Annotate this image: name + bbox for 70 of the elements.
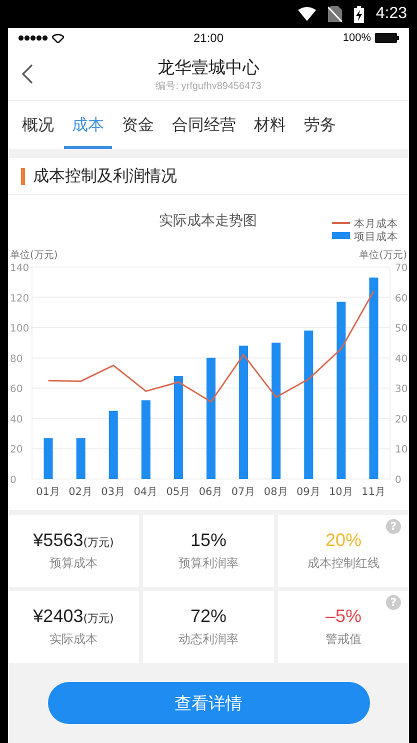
axis-tick-label: 05月 <box>166 486 191 498</box>
axis-tick-label: 40 <box>10 414 23 426</box>
axis-tick-label: 60 <box>395 293 408 304</box>
stat-label: 警戒值 <box>326 631 362 648</box>
tab[interactable]: 资金 <box>114 101 162 149</box>
system-time: 4:23 <box>376 5 407 23</box>
tab[interactable]: 概况 <box>14 101 62 149</box>
legend-label: 项目成本 <box>354 231 398 243</box>
page-title: 龙华壹城中心 <box>158 56 260 78</box>
tab[interactable]: 材料 <box>246 101 294 149</box>
status-time: 21:00 <box>193 31 224 45</box>
axis-tick-label: 0 <box>395 475 402 486</box>
axis-tick-label: 140 <box>10 263 30 274</box>
axis-tick-label: 20 <box>10 444 23 456</box>
tab[interactable]: 劳务 <box>296 101 344 149</box>
axis-tick-label: 10月 <box>329 486 354 498</box>
axis-tick-label: 06月 <box>198 486 224 498</box>
legend-label: 本月成本 <box>354 218 398 230</box>
axis-unit: 单位(万元) <box>359 250 407 261</box>
axis-tick-label: 04月 <box>134 486 158 498</box>
chart-bar <box>44 438 53 479</box>
axis-tick-label: 03月 <box>101 486 126 498</box>
tab[interactable]: 合同经营 <box>164 101 244 149</box>
stat-value: ¥2403 <box>33 606 84 627</box>
stat-label: 动态利润率 <box>178 631 238 648</box>
axis-tick-label: 08月 <box>264 486 288 498</box>
chart-bar <box>108 410 118 479</box>
battery-percent: 100% <box>342 32 371 44</box>
stat-label: 预算利润率 <box>178 555 238 572</box>
stat-label: 预算成本 <box>50 555 98 572</box>
chart-title: 实际成本走势图 <box>159 213 257 229</box>
axis-tick-label: 30 <box>395 384 408 396</box>
stat-value: ¥5563 <box>33 530 84 551</box>
axis-tick-label: 80 <box>10 354 23 365</box>
axis-tick-label: 20 <box>395 414 408 426</box>
wifi-icon <box>52 34 64 42</box>
axis-tick-label: 02月 <box>68 486 93 498</box>
no-sim-icon <box>328 6 342 22</box>
axis-tick-label: 120 <box>10 293 30 304</box>
back-icon[interactable] <box>21 64 33 84</box>
legend-line-icon <box>332 222 350 224</box>
stat-value: –5% <box>325 606 362 627</box>
battery-charging-icon <box>354 6 364 22</box>
battery-icon <box>375 33 399 43</box>
stat-value: 72% <box>190 606 227 627</box>
stat-value: 15% <box>190 530 227 551</box>
stat-unit: (万元) <box>83 611 114 626</box>
axis-tick-label: 50 <box>395 324 408 335</box>
axis-tick-label: 70 <box>395 263 408 274</box>
axis-tick-label: 01月 <box>36 486 60 498</box>
stat-label: 实际成本 <box>50 631 98 648</box>
stat-value: 20% <box>325 530 362 551</box>
wifi-icon <box>298 7 316 21</box>
legend-bar-icon <box>332 232 350 239</box>
axis-tick-label: 07月 <box>231 486 256 498</box>
stat-unit: (万元) <box>83 535 114 550</box>
axis-tick-label: 100 <box>10 324 30 335</box>
section-title: 成本控制及利润情况 <box>33 166 177 186</box>
axis-tick-label: 10 <box>395 444 408 456</box>
axis-unit: 单位(万元) <box>10 250 58 261</box>
axis-tick-label: 0 <box>10 475 16 486</box>
axis-tick-label: 11月 <box>362 486 386 498</box>
stat-label: 成本控制红线 <box>308 555 380 572</box>
axis-tick-label: 60 <box>10 384 23 396</box>
axis-tick-label: 09月 <box>296 486 321 498</box>
project-code: 编号: yrfgufhv89456473 <box>156 80 262 92</box>
axis-tick-label: 40 <box>395 354 408 365</box>
chart-bar <box>76 438 86 479</box>
accent-bar <box>21 168 25 184</box>
signal-icon <box>18 35 48 41</box>
